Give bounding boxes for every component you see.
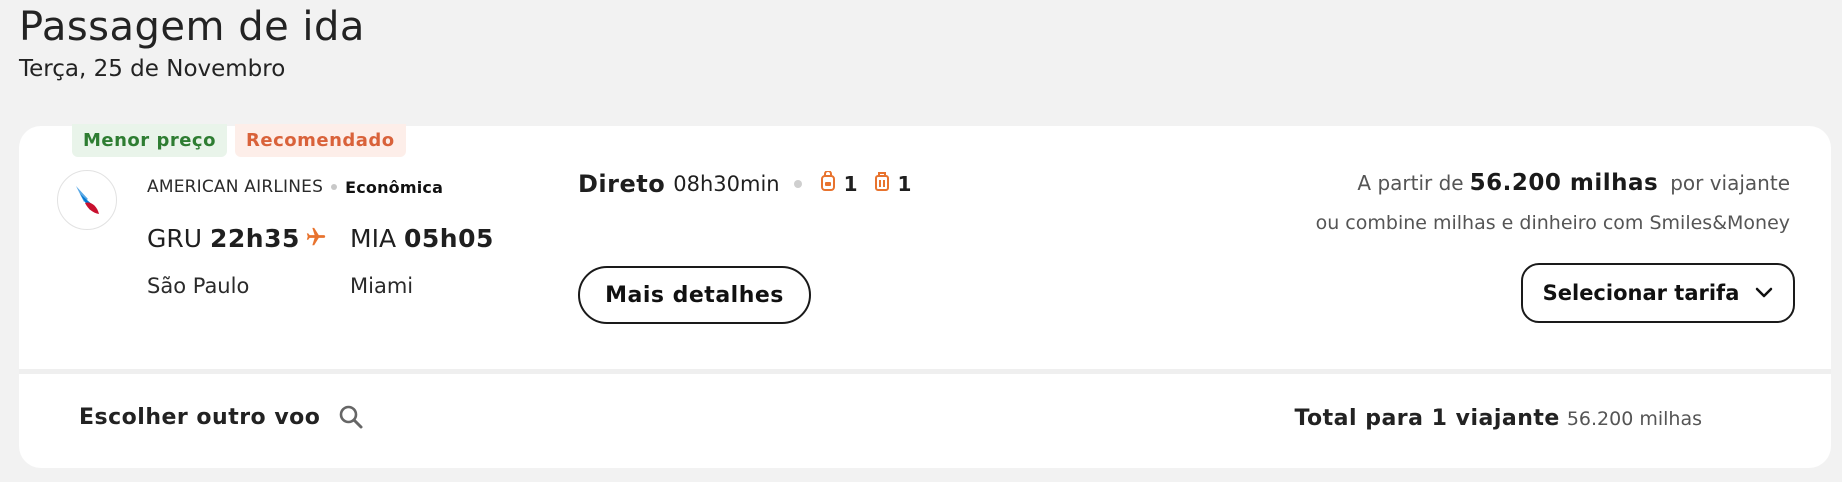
choose-other-flight-link[interactable]: Escolher outro voo — [79, 404, 364, 430]
suitcase-icon — [874, 171, 890, 197]
price-line: A partir de 56.200 milhas por viajante — [1357, 170, 1790, 196]
choose-other-flight-label: Escolher outro voo — [79, 404, 321, 430]
cabin-class: Econômica — [345, 177, 444, 197]
destination-arrival: MIA 05h05 — [350, 224, 494, 253]
destination-city: Miami — [350, 274, 414, 298]
arrival-time: 05h05 — [404, 224, 494, 253]
card-divider — [19, 369, 1831, 374]
flight-duration: 08h30min — [673, 172, 780, 196]
origin-city: São Paulo — [147, 274, 250, 298]
total-summary: Total para 1 viajante 56.200 milhas — [1294, 406, 1702, 431]
price-suffix: por viajante — [1670, 171, 1790, 195]
origin-code: GRU — [147, 224, 203, 253]
airline-logo-icon — [57, 170, 117, 230]
search-icon — [338, 404, 364, 430]
page-title: Passagem de ida — [19, 4, 365, 50]
price-prefix: A partir de — [1357, 171, 1464, 195]
flight-summary: Direto 08h30min 1 1 — [578, 170, 927, 198]
stops-label: Direto — [578, 170, 666, 198]
total-value: 56.200 milhas — [1566, 408, 1702, 430]
smiles-money-text: ou combine milhas e dinheiro com Smiles&… — [1315, 212, 1790, 234]
checked-baggage: 1 — [874, 171, 912, 197]
total-label: Total para 1 viajante — [1294, 406, 1560, 431]
departure-time: 22h35 — [210, 224, 300, 253]
separator-dot — [793, 180, 802, 188]
backpack-icon — [820, 170, 836, 197]
separator-dot — [331, 184, 338, 190]
select-fare-label: Selecionar tarifa — [1542, 281, 1740, 305]
checked-bag-count: 1 — [897, 172, 912, 196]
select-fare-button[interactable]: Selecionar tarifa — [1521, 263, 1795, 323]
recommended-badge: Recomendado — [235, 124, 406, 157]
lowest-price-badge: Menor preço — [72, 124, 227, 157]
destination-code: MIA — [350, 224, 397, 253]
plane-icon — [305, 226, 327, 252]
airline-info: AMERICAN AIRLINES Econômica — [147, 177, 443, 197]
carry-on-count: 1 — [843, 172, 858, 196]
chevron-down-icon — [1755, 287, 1773, 299]
carry-on-baggage: 1 — [820, 170, 858, 197]
page: Passagem de ida Terça, 25 de Novembro Me… — [0, 0, 1842, 482]
airline-name: AMERICAN AIRLINES — [147, 177, 324, 197]
flight-card: Menor preço Recomendado AMERICAN AIRLINE… — [19, 124, 1831, 468]
more-details-button[interactable]: Mais detalhes — [578, 266, 811, 324]
origin-departure: GRU 22h35 — [147, 224, 300, 253]
price-amount: 56.200 milhas — [1469, 170, 1659, 196]
page-subtitle-date: Terça, 25 de Novembro — [19, 56, 286, 82]
